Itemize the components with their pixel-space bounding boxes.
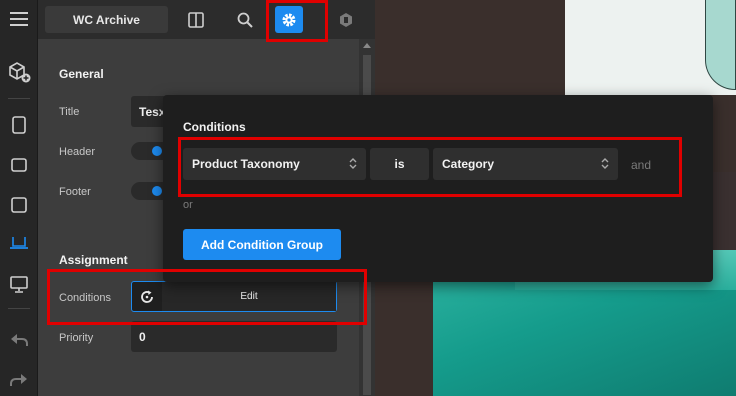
highlight-settings-tab — [266, 0, 328, 42]
mobile-icon[interactable] — [0, 107, 38, 143]
template-badge-icon[interactable] — [332, 6, 360, 33]
header-label: Header — [59, 146, 96, 158]
priority-input[interactable]: 0 — [131, 321, 337, 352]
rail-divider — [8, 308, 30, 309]
highlight-conditions-field — [47, 269, 367, 325]
popup-title: Conditions — [183, 120, 246, 134]
or-button[interactable]: or — [183, 199, 193, 211]
add-element-icon[interactable] — [0, 54, 38, 90]
undo-icon[interactable] — [0, 322, 38, 358]
menu-icon[interactable] — [0, 1, 38, 37]
priority-label: Priority — [59, 332, 94, 344]
search-icon[interactable] — [231, 6, 259, 33]
toggle-knob — [152, 186, 162, 196]
tablet-icon[interactable] — [0, 147, 38, 183]
add-condition-group-button[interactable]: Add Condition Group — [183, 229, 341, 260]
template-title[interactable]: WC Archive — [45, 6, 168, 33]
title-label: Title — [59, 106, 80, 118]
redo-icon[interactable] — [0, 362, 38, 396]
preview-product-shape — [705, 0, 736, 90]
highlight-condition-row — [178, 137, 682, 197]
scroll-up-arrow-icon[interactable] — [363, 43, 371, 48]
tablet-landscape-icon[interactable] — [0, 187, 38, 223]
footer-label: Footer — [59, 186, 91, 198]
laptop-icon[interactable] — [0, 225, 38, 261]
general-heading: General — [59, 67, 104, 81]
toggle-knob — [152, 146, 162, 156]
layout-columns-icon[interactable] — [182, 6, 210, 33]
desktop-icon[interactable] — [0, 266, 38, 302]
left-toolbar — [0, 0, 38, 396]
assignment-heading: Assignment — [59, 253, 128, 267]
rail-divider — [8, 98, 30, 99]
